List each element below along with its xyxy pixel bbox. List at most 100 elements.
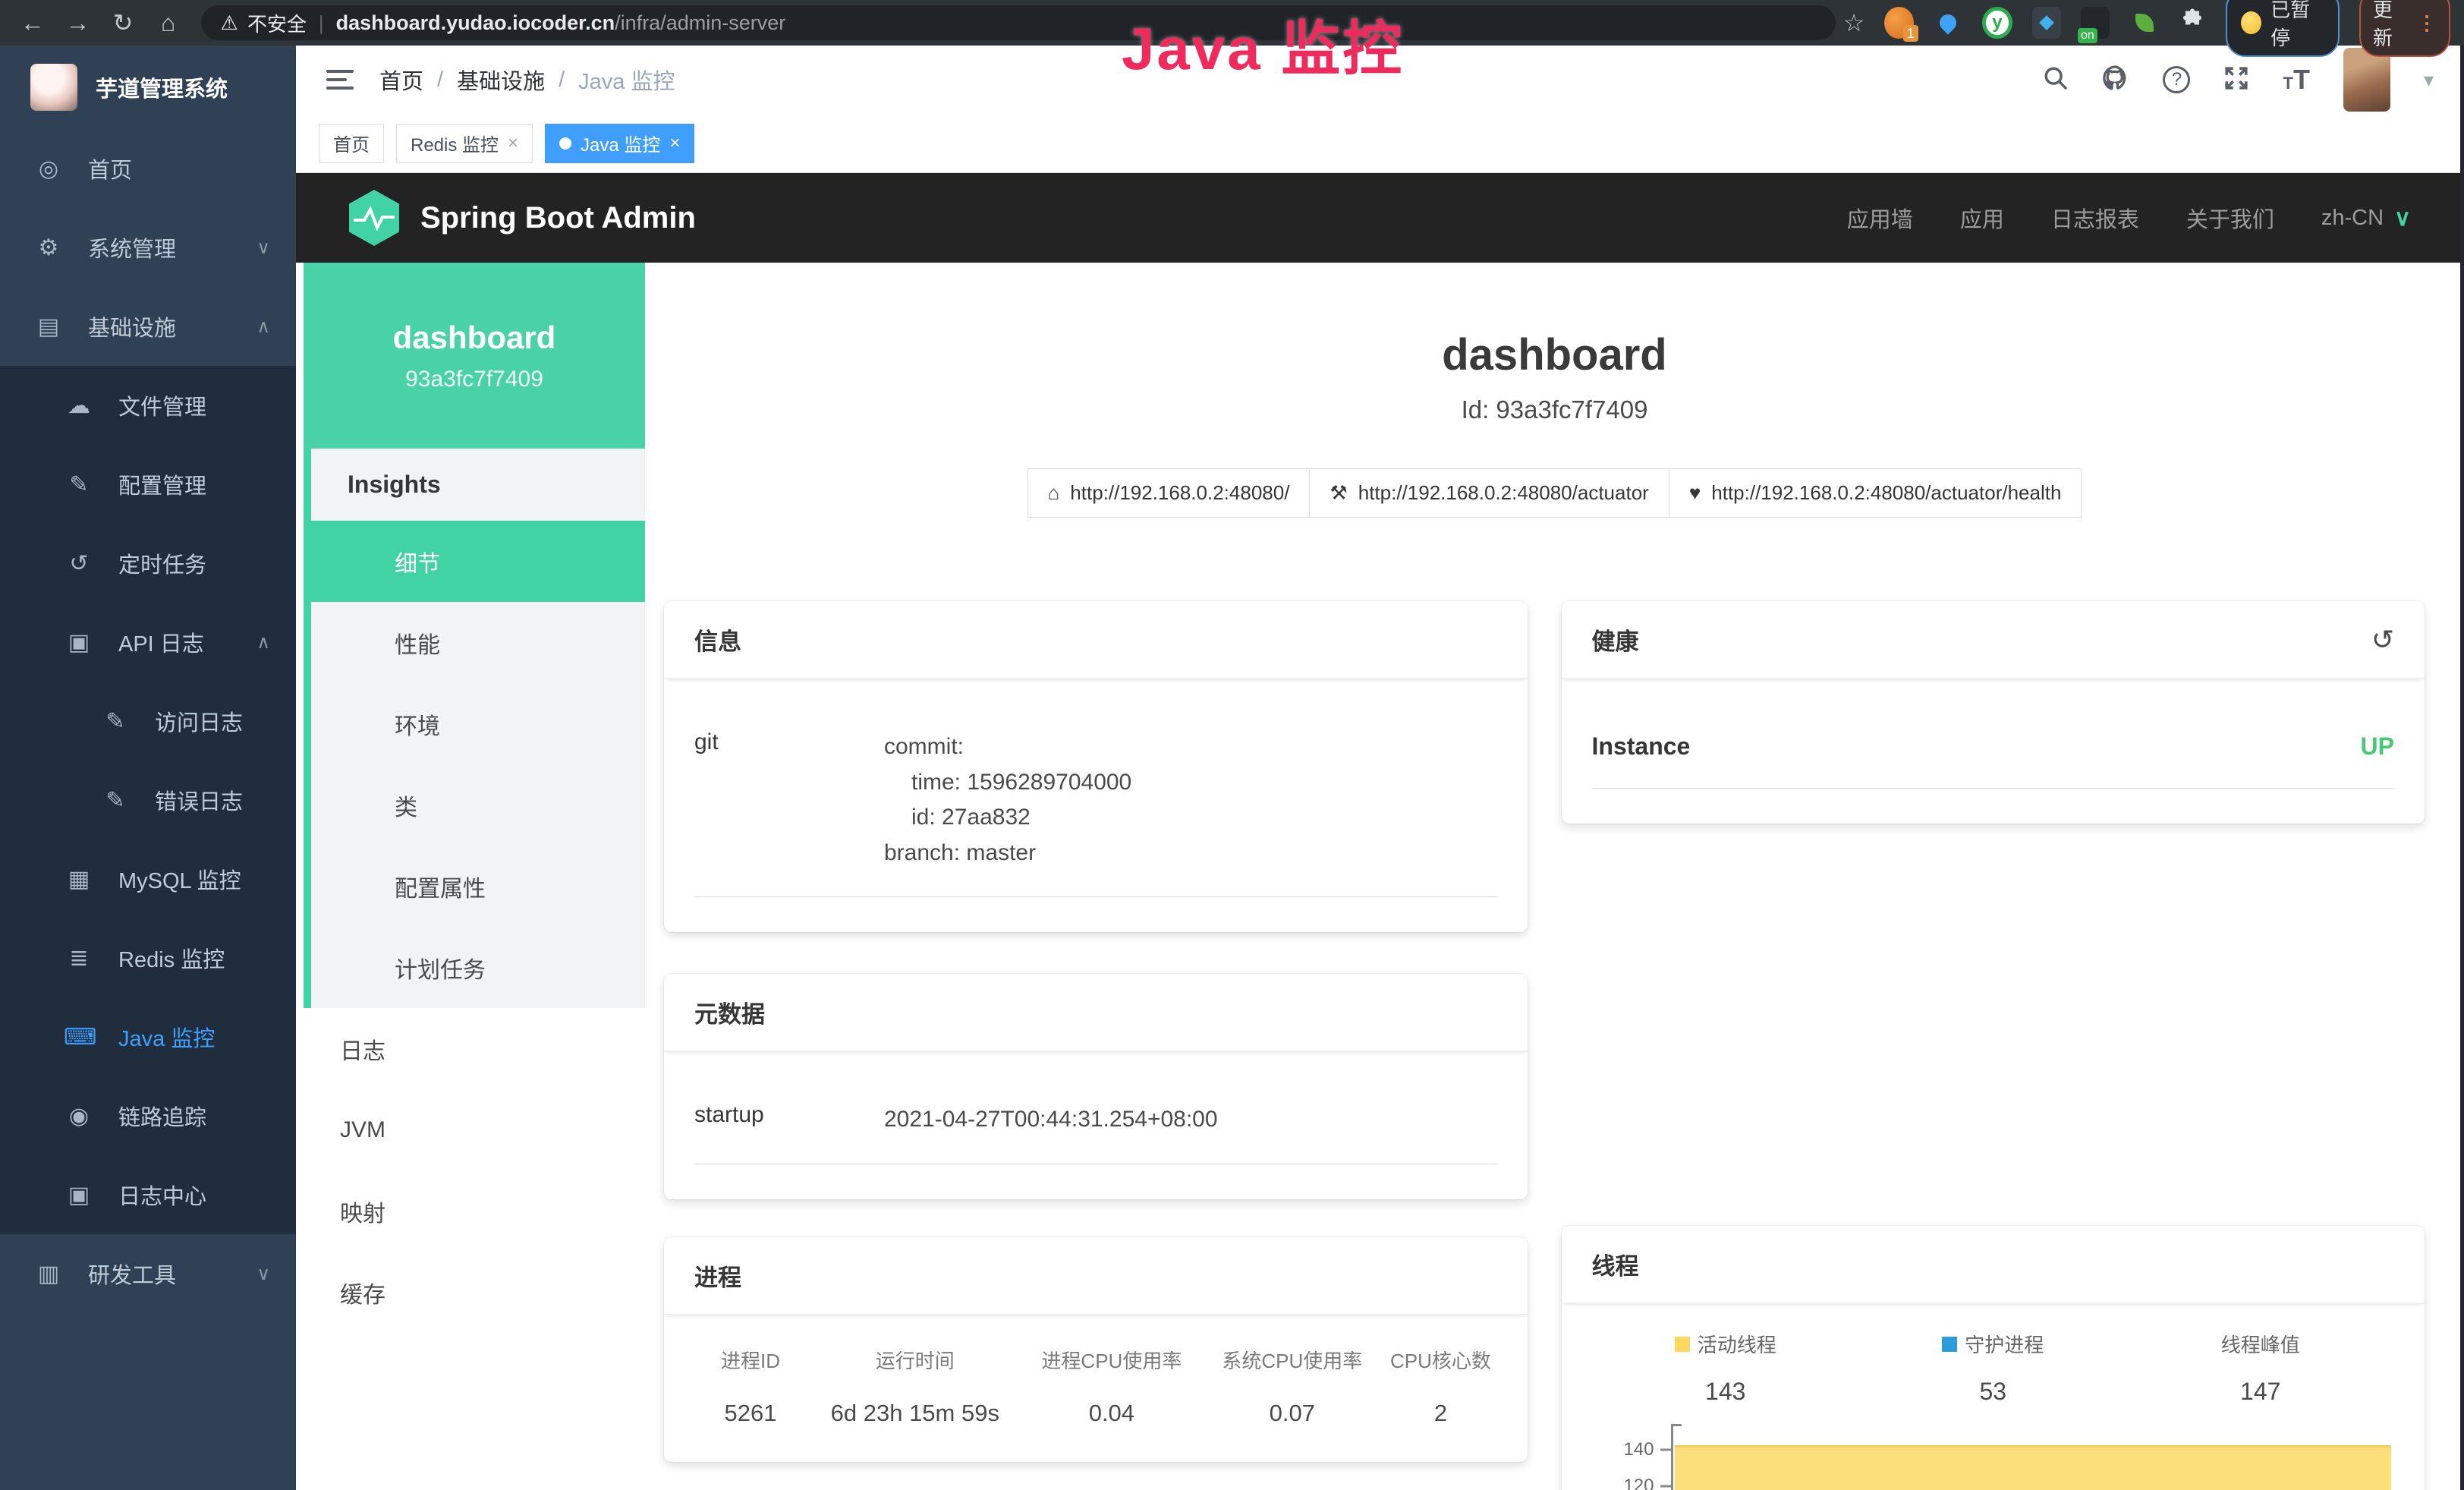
page-title: dashboard xyxy=(645,329,2464,380)
legend-label: 守护进程 xyxy=(1965,1330,2044,1358)
sidebar-item-file-mgmt[interactable]: ☁ 文件管理 xyxy=(0,366,296,445)
home-icon: ⌂ xyxy=(1048,481,1060,505)
extension-colorpicker-icon[interactable]: 1 xyxy=(1884,7,1913,39)
sidebar-item-label: 日志中心 xyxy=(118,1179,206,1211)
browser-forward-icon[interactable]: → xyxy=(59,0,97,46)
instance-header: dashboard 93a3fc7f7409 xyxy=(304,263,645,449)
nav-item-classes[interactable]: 类 xyxy=(311,764,645,846)
sidebar-item-label: 配置管理 xyxy=(118,468,206,500)
paused-pill[interactable]: 已暂停 xyxy=(2226,0,2340,57)
legend-swatch-blue xyxy=(1942,1337,1957,1352)
live-threads-area xyxy=(1675,1445,2392,1490)
sidebar-item-redis-monitor[interactable]: ≣ Redis 监控 xyxy=(0,918,296,997)
sidebar-item-label: 文件管理 xyxy=(118,389,206,421)
sba-nav-about[interactable]: 关于我们 xyxy=(2186,202,2274,234)
sidebar-item-system-mgmt[interactable]: ⚙ 系统管理 ∨ xyxy=(0,208,296,287)
eye-icon: ◉ xyxy=(64,1103,94,1129)
health-url-link[interactable]: ♥ http://192.168.0.2:48080/actuator/heal… xyxy=(1669,468,2082,518)
tag-java-monitor[interactable]: Java 监控 × xyxy=(545,124,694,163)
legend-label: 线程峰值 xyxy=(2221,1330,2300,1358)
tag-redis-monitor[interactable]: Redis 监控 × xyxy=(396,124,533,163)
github-icon[interactable] xyxy=(2102,65,2129,96)
y-letter: y xyxy=(1992,12,2002,33)
link-url: http://192.168.0.2:48080/actuator/health xyxy=(1711,481,2061,505)
caret-down-icon[interactable]: ▾ xyxy=(2424,68,2434,92)
legend-daemon-threads: 守护进程 53 xyxy=(1859,1330,2127,1406)
work-area: 首页 / 基础设施 / Java 监控 ? xyxy=(296,46,2464,1490)
sidebar-item-label: 首页 xyxy=(88,153,132,184)
extension-equalizer-icon[interactable] xyxy=(2032,7,2061,39)
annotation-java-monitor: Java 监控 xyxy=(1122,2,1404,87)
tag-home[interactable]: 首页 xyxy=(319,124,384,163)
val-cpu-cores: 2 xyxy=(1384,1400,1496,1427)
instance-links: ⌂ http://192.168.0.2:48080/ ⚒ http://192… xyxy=(645,468,2464,518)
user-avatar[interactable] xyxy=(2343,48,2390,112)
sba-nav-applications[interactable]: 应用 xyxy=(1960,202,2004,234)
breadcrumb-home[interactable]: 首页 xyxy=(379,64,423,96)
help-icon[interactable]: ? xyxy=(2163,66,2190,93)
nav-item-config-props[interactable]: 配置属性 xyxy=(311,846,645,927)
app-logo-row[interactable]: 芋道管理系统 xyxy=(0,46,296,129)
history-icon[interactable]: ↺ xyxy=(2371,624,2394,656)
hamburger-icon[interactable] xyxy=(326,65,354,95)
update-button[interactable]: 更新 ⋮ xyxy=(2359,0,2450,57)
browser-home-icon[interactable]: ⌂ xyxy=(149,0,187,46)
nav-item-environment[interactable]: 环境 xyxy=(311,683,645,764)
nav-item-scheduled-tasks[interactable]: 计划任务 xyxy=(311,927,645,1008)
sba-header: Spring Boot Admin 应用墙 应用 日志报表 关于我们 zh-CN… xyxy=(296,173,2464,263)
process-card: 进程 进程ID 运行时间 进程CPU使用率 系统CPU使用率 CP xyxy=(664,1237,1528,1462)
metadata-value: 2021-04-27T00:44:31.254+08:00 xyxy=(884,1102,1218,1138)
instance-content: dashboard Id: 93a3fc7f7409 ⌂ http://192.… xyxy=(645,263,2464,1490)
sba-nav-journal[interactable]: 日志报表 xyxy=(2051,202,2139,234)
extension-y-icon[interactable]: y xyxy=(1982,7,2012,39)
sidebar-item-tracing[interactable]: ◉ 链路追踪 xyxy=(0,1076,296,1155)
nav-item-mappings[interactable]: 映射 xyxy=(304,1170,645,1252)
close-icon[interactable]: × xyxy=(669,133,680,154)
menu-kebab-icon[interactable]: ⋮ xyxy=(2417,11,2437,35)
info-key: git xyxy=(694,729,884,871)
sidebar-item-java-monitor[interactable]: ⌨ Java 监控 xyxy=(0,997,296,1076)
sidebar-item-infrastructure[interactable]: ▤ 基础设施 ∧ xyxy=(0,287,296,366)
browser-back-icon[interactable]: ← xyxy=(14,0,52,46)
sidebar-item-error-logs[interactable]: ✎ 错误日志 xyxy=(0,761,296,840)
service-url-link[interactable]: ⌂ http://192.168.0.2:48080/ xyxy=(1027,468,1311,518)
extension-pin-icon[interactable] xyxy=(1934,7,1962,39)
nav-item-details[interactable]: 细节 xyxy=(304,521,645,602)
search-icon[interactable] xyxy=(2043,65,2069,95)
sidebar-item-api-logs[interactable]: ▣ API 日志 ∧ xyxy=(0,603,296,682)
legend-swatch-yellow xyxy=(1675,1337,1690,1352)
breadcrumb-infrastructure[interactable]: 基础设施 xyxy=(457,64,545,96)
sidebar-item-mysql-monitor[interactable]: ▦ MySQL 监控 xyxy=(0,840,296,918)
nav-item-jvm[interactable]: JVM xyxy=(304,1089,645,1170)
y-tick-140: 140 xyxy=(1623,1439,1654,1460)
laptop-icon: ⌨ xyxy=(64,1024,94,1051)
extension-switch-icon[interactable]: on xyxy=(2081,7,2110,39)
nav-item-caches[interactable]: 缓存 xyxy=(304,1252,645,1333)
nav-item-logs[interactable]: 日志 xyxy=(304,1008,645,1089)
fullscreen-icon[interactable] xyxy=(2223,65,2249,95)
browser-reload-icon[interactable]: ↻ xyxy=(104,0,142,46)
sidebar-item-log-center[interactable]: ▣ 日志中心 xyxy=(0,1155,296,1234)
sba-language-select[interactable]: zh-CN ∨ xyxy=(2321,205,2411,232)
col-system-cpu: 系统CPU使用率 xyxy=(1200,1346,1384,1374)
font-size-icon[interactable]: TT xyxy=(2283,64,2309,96)
extensions-puzzle-icon[interactable] xyxy=(2179,8,2206,39)
sidebar-item-access-logs[interactable]: ✎ 访问日志 xyxy=(0,682,296,761)
actuator-url-link[interactable]: ⚒ http://192.168.0.2:48080/actuator xyxy=(1310,468,1669,518)
leaf-icon xyxy=(2135,14,2154,32)
extension-leaf-icon[interactable] xyxy=(2129,7,2158,39)
sidebar-item-scheduled-tasks[interactable]: ↺ 定时任务 xyxy=(0,524,296,603)
sidebar-item-dev-tools[interactable]: ▥ 研发工具 ∨ xyxy=(0,1234,296,1313)
nav-item-metrics[interactable]: 性能 xyxy=(311,602,645,683)
sidebar-item-config-mgmt[interactable]: ✎ 配置管理 xyxy=(0,445,296,524)
bookmark-star-icon[interactable]: ☆ xyxy=(1843,8,1865,37)
address-bar[interactable]: ⚠ 不安全 | dashboard.yudao.iocoder.cn/infra… xyxy=(201,5,1836,40)
heart-icon: ♥ xyxy=(1689,481,1701,505)
close-icon[interactable]: × xyxy=(508,133,518,154)
database-icon: ▦ xyxy=(64,866,94,893)
legend-label: 活动线程 xyxy=(1698,1330,1776,1358)
security-warning[interactable]: ⚠ 不安全 xyxy=(221,9,307,37)
sba-nav-wallboard[interactable]: 应用墙 xyxy=(1847,202,1913,234)
sidebar-item-home[interactable]: ◎ 首页 xyxy=(0,129,296,208)
diamond-icon xyxy=(2039,15,2054,30)
